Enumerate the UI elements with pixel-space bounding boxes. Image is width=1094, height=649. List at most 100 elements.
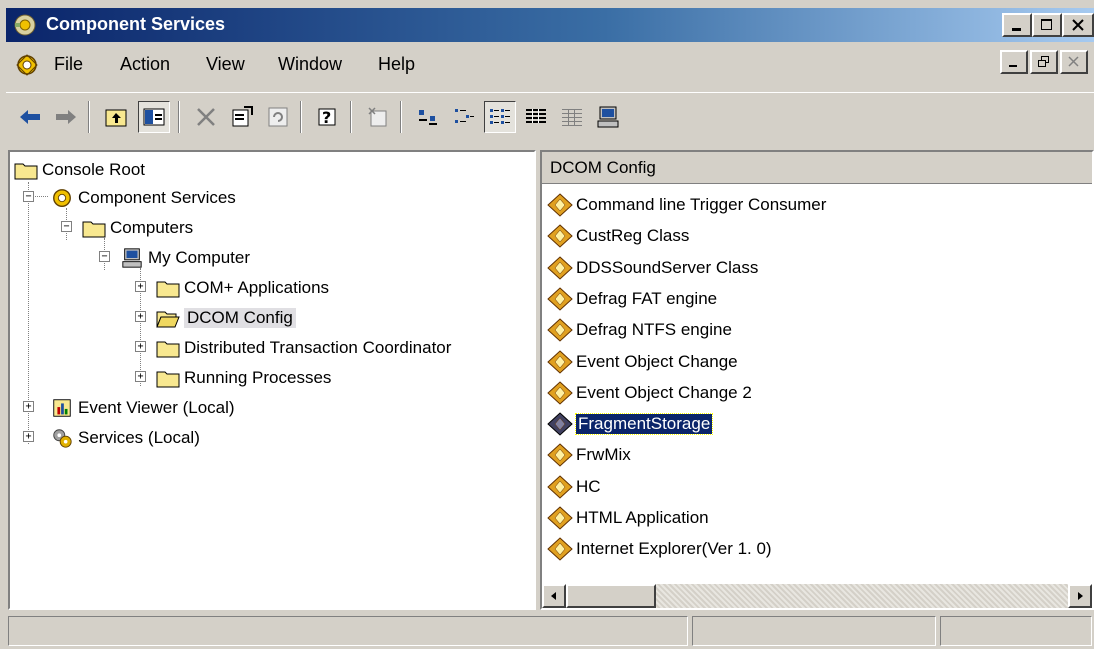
details-icon — [526, 109, 546, 123]
dcom-component-icon — [547, 537, 573, 561]
menu-file[interactable]: File — [54, 54, 83, 75]
tree-item-console-root[interactable]: Console Root — [14, 156, 145, 184]
up-folder-icon — [105, 109, 127, 127]
list-item[interactable]: Event Object Change — [546, 347, 738, 377]
computer-icon — [597, 106, 619, 128]
new-window-button[interactable] — [362, 101, 394, 133]
app-menu-icon[interactable] — [14, 52, 40, 78]
open-folder-icon — [156, 311, 180, 328]
expand-toggle[interactable]: + — [135, 311, 146, 322]
expand-toggle[interactable]: + — [23, 401, 34, 412]
small-icons-button[interactable] — [448, 101, 480, 133]
expand-toggle[interactable]: + — [135, 281, 146, 292]
toolbar: ? — [6, 92, 1094, 141]
child-close-button[interactable] — [1060, 50, 1088, 74]
list-item-label: Internet Explorer(Ver 1. 0) — [576, 539, 772, 559]
tree-item-label: Component Services — [78, 188, 236, 207]
details-view-button[interactable] — [520, 101, 552, 133]
scroll-left-button[interactable] — [542, 584, 566, 608]
list-item[interactable]: HTML Application — [546, 503, 709, 533]
folder-icon — [156, 341, 180, 358]
back-icon — [20, 110, 40, 124]
list-item-label: FragmentStorage — [574, 413, 714, 436]
scroll-thumb[interactable] — [566, 584, 656, 608]
tree-item-my-computer[interactable]: My Computer — [120, 244, 250, 272]
expand-toggle[interactable]: + — [135, 371, 146, 382]
expand-toggle[interactable]: + — [23, 431, 34, 442]
menu-window[interactable]: Window — [278, 54, 342, 75]
list-item[interactable]: Command line Trigger Consumer — [546, 190, 826, 220]
list-item[interactable]: FrwMix — [546, 440, 631, 470]
tree-item-label: My Computer — [148, 248, 251, 267]
mdi-controls — [1000, 50, 1088, 74]
tree-item-component-services[interactable]: Component Services — [50, 184, 236, 212]
tree-item-label: Distributed Transaction Coordinator — [184, 338, 452, 357]
minimize-icon — [1009, 65, 1017, 67]
dcom-component-icon — [547, 443, 573, 468]
result-list-pane[interactable]: DCOM Config Command line Trigger Consume… — [540, 150, 1094, 610]
dcom-component-icon — [547, 381, 573, 405]
tree-item-computers[interactable]: Computers — [82, 214, 193, 242]
tree-item-com-applications[interactable]: COM+ Applications — [156, 274, 329, 302]
list-item[interactable]: FragmentStorage — [546, 409, 714, 439]
collapse-toggle[interactable]: − — [61, 221, 72, 232]
collapse-toggle[interactable]: − — [99, 251, 110, 262]
dcom-component-icon — [547, 193, 573, 217]
list-item[interactable]: Defrag NTFS engine — [546, 315, 732, 345]
list-item-label: Defrag FAT engine — [576, 288, 718, 308]
forward-button[interactable] — [50, 101, 82, 133]
list-item-label: DDSSoundServer Class — [576, 257, 759, 277]
tree-item-dcom-config[interactable]: DCOM Config — [156, 304, 296, 332]
dcom-component-icon — [547, 224, 573, 248]
properties-button[interactable] — [226, 101, 258, 133]
list-view-button[interactable] — [484, 101, 516, 133]
list-item[interactable]: DDSSoundServer Class — [546, 253, 758, 283]
list-item[interactable]: Event Object Change 2 — [546, 378, 752, 408]
dcom-component-icon — [547, 506, 573, 530]
dcom-component-icon — [547, 349, 573, 374]
arrow-left-icon — [551, 592, 556, 600]
dcom-component-icon — [547, 475, 573, 499]
detail-grid-button[interactable] — [556, 101, 588, 133]
scroll-right-button[interactable] — [1068, 584, 1092, 608]
menu-view[interactable]: View — [206, 54, 245, 75]
list-item[interactable]: Defrag FAT engine — [546, 284, 717, 314]
help-icon: ? — [318, 108, 336, 127]
tree-item-dtc[interactable]: Distributed Transaction Coordinator — [156, 334, 451, 362]
tree-item-event-viewer[interactable]: Event Viewer (Local) — [50, 394, 235, 422]
maximize-button[interactable] — [1032, 13, 1062, 37]
toolbar-separator — [300, 101, 302, 133]
tree-item-services[interactable]: Services (Local) — [50, 424, 200, 452]
collapse-toggle[interactable]: − — [23, 191, 34, 202]
tree-item-running-processes[interactable]: Running Processes — [156, 364, 331, 392]
small-icons-icon — [455, 109, 474, 123]
minimize-button[interactable] — [1002, 13, 1032, 37]
properties-icon — [232, 106, 253, 127]
help-button[interactable]: ? — [312, 101, 344, 133]
up-level-button[interactable] — [100, 101, 132, 133]
title-bar[interactable]: Component Services — [6, 8, 1094, 42]
horizontal-scrollbar[interactable] — [542, 584, 1092, 608]
list-item-label: Defrag NTFS engine — [576, 320, 732, 340]
expand-toggle[interactable]: + — [135, 341, 146, 352]
close-button[interactable] — [1062, 13, 1094, 37]
list-item[interactable]: HC — [546, 472, 601, 502]
child-minimize-button[interactable] — [1000, 50, 1028, 74]
scope-tree-pane[interactable]: Console Root − Component Services − Comp… — [8, 150, 536, 610]
toolbar-separator — [88, 101, 90, 133]
show-hide-tree-button[interactable] — [138, 101, 170, 133]
back-button[interactable] — [14, 101, 46, 133]
menu-bar: File Action View Window Help — [6, 44, 1094, 84]
connect-computer-button[interactable] — [592, 101, 624, 133]
delete-button[interactable] — [190, 101, 222, 133]
tree-item-label: Console Root — [42, 160, 146, 179]
menu-action[interactable]: Action — [120, 54, 170, 75]
list-item[interactable]: CustReg Class — [546, 221, 689, 251]
refresh-button[interactable] — [262, 101, 294, 133]
list-item[interactable]: Internet Explorer(Ver 1. 0) — [546, 534, 772, 564]
tree-item-label: Computers — [110, 218, 194, 237]
child-restore-button[interactable] — [1030, 50, 1058, 74]
large-icons-button[interactable] — [412, 101, 444, 133]
menu-help[interactable]: Help — [378, 54, 415, 75]
list-item-label: FrwMix — [576, 445, 631, 465]
